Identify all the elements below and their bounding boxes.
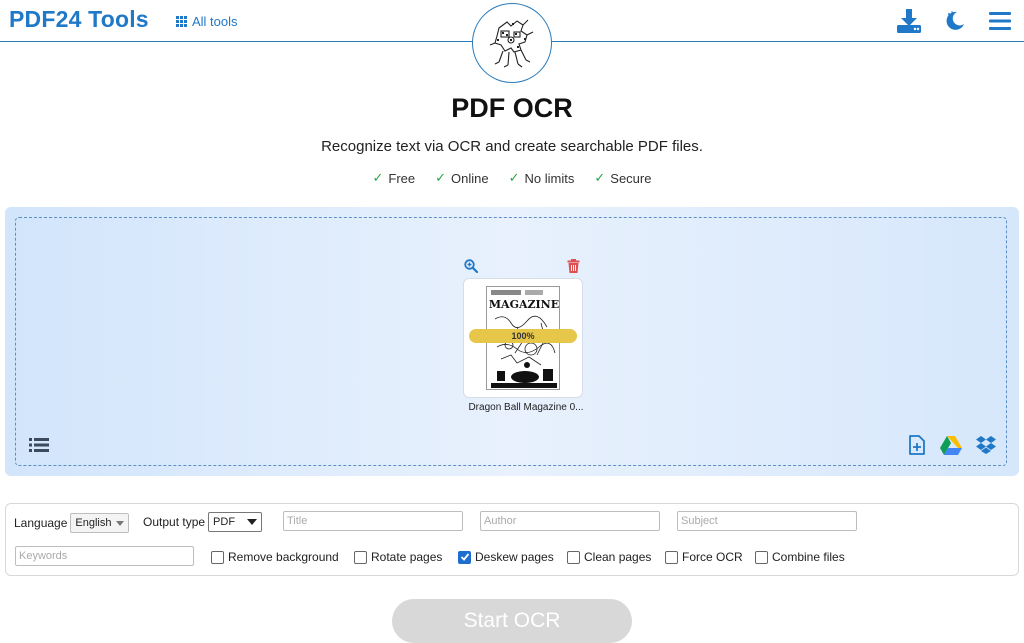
remove-background-checkbox[interactable]: Remove background bbox=[211, 550, 339, 564]
language-select[interactable]: English bbox=[70, 513, 130, 533]
output-type-label: Output type bbox=[143, 515, 206, 529]
dark-mode-icon[interactable] bbox=[944, 10, 966, 32]
checkbox-box[interactable] bbox=[567, 550, 580, 564]
checkbox-box[interactable] bbox=[665, 550, 678, 564]
file-source-tools bbox=[908, 435, 996, 455]
all-tools-label: All tools bbox=[192, 14, 238, 29]
output-type-select[interactable]: PDF bbox=[208, 512, 263, 532]
pdf24-logo[interactable]: PDF24 Tools bbox=[9, 6, 149, 33]
output-type-option: Output type PDF bbox=[143, 512, 263, 532]
ocr-illustration-icon bbox=[489, 19, 534, 68]
file-card: MAGAZINE 100% Dragon Ball Magazine 0... bbox=[456, 251, 596, 413]
dropbox-icon[interactable] bbox=[976, 436, 996, 454]
checkbox-box[interactable] bbox=[211, 550, 224, 564]
language-label: Language bbox=[14, 516, 68, 530]
magazine-cover-title: MAGAZINE bbox=[489, 298, 559, 311]
title-input[interactable] bbox=[283, 511, 463, 531]
checkbox-box[interactable] bbox=[755, 550, 768, 564]
deskew-pages-checkbox[interactable]: Deskew pages bbox=[458, 550, 554, 564]
keywords-input[interactable] bbox=[15, 546, 194, 566]
checkbox-box-checked[interactable] bbox=[458, 550, 471, 564]
feature-item: ✓ Online bbox=[435, 170, 489, 186]
subject-input[interactable] bbox=[677, 511, 857, 531]
author-input[interactable] bbox=[480, 511, 660, 531]
ocr-options-panel: Language English Output type PDF Remove … bbox=[5, 503, 1019, 576]
drop-zone-border: MAGAZINE 100% Dragon Ball Magazine 0... bbox=[15, 217, 1007, 466]
zoom-in-icon[interactable] bbox=[464, 259, 478, 273]
file-drop-zone[interactable]: MAGAZINE 100% Dragon Ball Magazine 0... bbox=[5, 207, 1019, 476]
google-drive-icon[interactable] bbox=[940, 435, 962, 455]
all-tools-link[interactable]: All tools bbox=[176, 14, 238, 29]
check-icon: ✓ bbox=[435, 170, 447, 185]
feature-list: ✓ Free ✓ Online ✓ No limits ✓ Secure bbox=[0, 170, 1024, 186]
file-name: Dragon Ball Magazine 0... bbox=[468, 402, 584, 413]
checkbox-box[interactable] bbox=[354, 550, 367, 564]
file-thumbnail-frame[interactable]: MAGAZINE 100% bbox=[463, 278, 583, 398]
chevron-down-icon bbox=[116, 520, 125, 526]
header-icons bbox=[896, 8, 1012, 34]
grid-icon bbox=[176, 16, 187, 27]
force-ocr-checkbox[interactable]: Force OCR bbox=[665, 550, 743, 564]
menu-icon[interactable] bbox=[988, 10, 1012, 32]
page-subtitle: Recognize text via OCR and create search… bbox=[321, 138, 703, 155]
feature-item: ✓ Free bbox=[372, 170, 416, 186]
check-icon: ✓ bbox=[594, 170, 606, 185]
combine-files-checkbox[interactable]: Combine files bbox=[755, 550, 845, 564]
delete-icon[interactable] bbox=[567, 259, 580, 273]
page-title: PDF OCR bbox=[451, 93, 573, 123]
checkmark-icon bbox=[460, 553, 469, 561]
upload-progress-bar: 100% bbox=[469, 329, 577, 343]
clean-pages-checkbox[interactable]: Clean pages bbox=[567, 550, 651, 564]
list-view-icon[interactable] bbox=[29, 438, 49, 452]
download-icon[interactable] bbox=[896, 8, 922, 34]
rotate-pages-checkbox[interactable]: Rotate pages bbox=[354, 550, 442, 564]
language-option: Language English bbox=[14, 513, 130, 533]
check-icon: ✓ bbox=[372, 170, 384, 185]
start-ocr-button[interactable]: Start OCR bbox=[392, 599, 632, 643]
feature-item: ✓ No limits bbox=[508, 170, 575, 186]
chevron-down-icon bbox=[247, 519, 258, 525]
check-icon: ✓ bbox=[508, 170, 520, 185]
add-file-icon[interactable] bbox=[908, 435, 926, 455]
feature-item: ✓ Secure bbox=[594, 170, 652, 186]
tool-badge bbox=[472, 3, 552, 83]
